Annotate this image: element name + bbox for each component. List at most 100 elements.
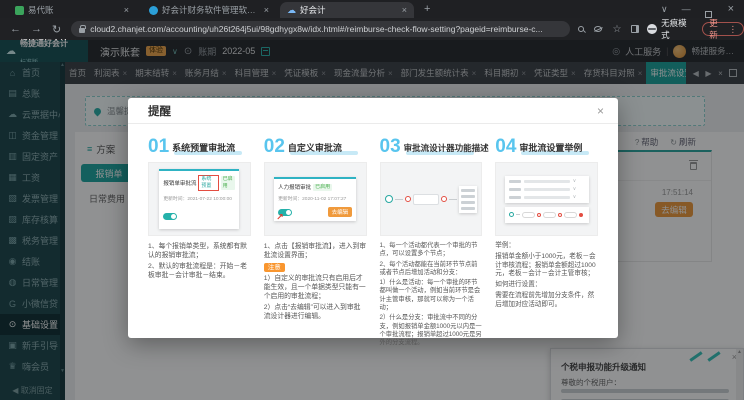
side-panel-icon[interactable] bbox=[631, 25, 639, 33]
chevron-down-icon: ∨ bbox=[573, 195, 577, 200]
menu-item-placeholder bbox=[461, 201, 475, 204]
step-title: 审批流设置举例 bbox=[519, 141, 582, 156]
add-node-marker bbox=[405, 196, 411, 202]
mini-flow-card: 报销单审批流 系统预置 已启用 更新时间：2021-07-22 10:00:00 bbox=[159, 169, 239, 229]
flow-end-marker bbox=[579, 213, 583, 217]
enable-toggle bbox=[163, 213, 177, 220]
preset-tag: 系统预置 bbox=[198, 175, 218, 191]
new-tab-button[interactable]: + bbox=[424, 0, 430, 18]
flow-start-node bbox=[509, 212, 514, 217]
mini-update-time: 更新时间：2021-07-22 10:00:00 bbox=[163, 195, 235, 202]
address-bar[interactable]: cloud2.chanjet.com/accounting/uh26t264j5… bbox=[71, 21, 570, 37]
flow-line bbox=[395, 199, 403, 200]
menu-item-placeholder bbox=[461, 189, 475, 192]
red-arrow-icon: ↗ bbox=[276, 212, 284, 223]
step-number: 02 bbox=[264, 137, 285, 156]
tab1-close-icon[interactable]: × bbox=[124, 5, 129, 15]
incognito-icon bbox=[647, 24, 657, 34]
step-number: 03 bbox=[380, 137, 401, 156]
step-text: 2）点击“去编辑”可以进入到审批流设计器进行编辑。 bbox=[264, 303, 367, 321]
chevron-down-icon: ∨ bbox=[573, 187, 577, 192]
browser-tab-1[interactable]: 易代账 × bbox=[8, 2, 136, 18]
tab3-close-icon[interactable]: × bbox=[402, 5, 407, 15]
tab1-favicon bbox=[15, 6, 24, 15]
browser-window: 易代账 × 好会计财务软件管理软件购买价格页 × ☁ 好会计 × + ∨ — ×… bbox=[0, 0, 744, 400]
chevron-down-icon: ∨ bbox=[573, 179, 577, 184]
step-text: 2）什么是分支：审批流中不同的分支，例如报销单金额1000元以内是一个审批流程；… bbox=[380, 314, 483, 347]
step-4: 04 审批流设置举例 ∨ ∨ ∨ bbox=[495, 134, 598, 350]
step-title: 审批流设计器功能描述 bbox=[404, 142, 489, 156]
step-text: 1、每一个活动都代表一个审批的节点，可以设置多个节点； bbox=[380, 242, 483, 259]
menu-item-placeholder bbox=[461, 207, 475, 210]
incognito-badge: 无痕模式 bbox=[647, 17, 694, 41]
step-illustration: 报销单审批流 系统预置 已启用 更新时间：2021-07-22 10:00:00 bbox=[148, 162, 251, 236]
mini-edit-button: 去编辑 bbox=[328, 207, 353, 217]
flow-activity-node bbox=[564, 212, 577, 218]
flow-line bbox=[449, 199, 457, 200]
step-text: 2、每个活动都能在当前环节节点前或者节点后增加活动和分支： bbox=[380, 261, 483, 278]
step-title: 系统预置审批流 bbox=[172, 141, 235, 156]
menu-item-placeholder bbox=[461, 195, 475, 198]
modal-header: 提醒 × bbox=[128, 98, 618, 124]
mini-update-time: 更新时间：2020-11-02 17:07:27 bbox=[278, 195, 352, 202]
url-text: cloud2.chanjet.com/accounting/uh26t264j5… bbox=[90, 24, 542, 34]
browser-tab-active[interactable]: ☁ 好会计 × bbox=[280, 2, 414, 18]
tab2-title: 好会计财务软件管理软件购买价格页 bbox=[162, 4, 260, 16]
tab3-favicon-cloud-icon: ☁ bbox=[287, 5, 296, 16]
flow-activity-node bbox=[543, 212, 556, 218]
step-text: 1、点击【报销审批流】，进入到审批流设置界面； bbox=[264, 242, 367, 260]
window-minimize-button[interactable]: — bbox=[682, 0, 691, 18]
tips-modal: 提醒 × 01 系统预置审批流 报销单审批流 系统预置 已启用 bbox=[128, 98, 618, 338]
update-button[interactable]: 更新 ⋮ bbox=[702, 22, 744, 36]
step-3: 03 审批流设计器功能描述 bbox=[380, 134, 483, 350]
enabled-tag: 已启用 bbox=[221, 176, 236, 190]
https-lock-icon bbox=[79, 28, 85, 33]
mini-branch-flow bbox=[505, 207, 589, 223]
step-1: 01 系统预置审批流 报销单审批流 系统预置 已启用 更新时间：2021-07-… bbox=[148, 134, 251, 350]
mini-flow-diagram bbox=[385, 186, 477, 213]
browser-toolbar: ← → ↻ cloud2.chanjet.com/accounting/uh26… bbox=[0, 18, 744, 40]
mini-settings-form: ∨ ∨ ∨ bbox=[505, 176, 589, 203]
step-text: 如何进行设置： bbox=[495, 281, 598, 290]
note-tag: 注意 bbox=[264, 263, 285, 272]
step-text: 2、默认的审批流程是：开始－老板审批－会计审批－结束。 bbox=[148, 262, 251, 280]
step-text: 举例： bbox=[495, 242, 598, 251]
flow-start-node bbox=[385, 195, 393, 203]
add-node-marker bbox=[441, 196, 447, 202]
flow-activity-node bbox=[522, 212, 535, 218]
step-illustration bbox=[380, 162, 483, 236]
tab1-title: 易代账 bbox=[28, 4, 120, 16]
tab3-title: 好会计 bbox=[300, 4, 398, 16]
step-number: 04 bbox=[495, 137, 516, 156]
step-2: 02 自定义审批流 人力报销审批 已启用 更新时间：2020-11-02 17:… bbox=[264, 134, 367, 350]
step-text: 1、每个报销单类型，系统都有默认的报销审批流； bbox=[148, 242, 251, 260]
window-close-button[interactable]: × bbox=[728, 0, 734, 18]
tab2-close-icon[interactable]: × bbox=[264, 5, 269, 15]
browser-tab-strip: 易代账 × 好会计财务软件管理软件购买价格页 × ☁ 好会计 × + ∨ — × bbox=[0, 0, 744, 18]
flow-activity-node bbox=[413, 194, 439, 205]
step-illustration: ∨ ∨ ∨ bbox=[495, 162, 598, 236]
bookmark-star-icon[interactable]: ☆ bbox=[612, 24, 621, 35]
tab-search-icon[interactable]: ∨ bbox=[661, 0, 668, 18]
more-menu-icon[interactable]: ⋮ bbox=[729, 24, 738, 35]
update-label: 更新 bbox=[709, 17, 725, 41]
modal-body: 01 系统预置审批流 报销单审批流 系统预置 已启用 更新时间：2021-07-… bbox=[128, 124, 618, 350]
tab2-favicon bbox=[149, 6, 158, 15]
step-text: 1）什么是活动：每一个审批的环节都叫做一个活动，例如当前环节是会计主管审核，那就… bbox=[380, 279, 483, 312]
step-text: 需要在流程前先增加分支条件，然后增加对应活动即可。 bbox=[495, 292, 598, 310]
eye-off-icon[interactable] bbox=[594, 26, 602, 32]
mini-context-menu bbox=[459, 186, 477, 213]
browser-tab-2[interactable]: 好会计财务软件管理软件购买价格页 × bbox=[142, 2, 276, 18]
incognito-label: 无痕模式 bbox=[661, 17, 694, 41]
step-illustration: 人力报销审批 已启用 更新时间：2020-11-02 17:07:27 去编辑 … bbox=[264, 162, 367, 236]
mini-flow-card: 人力报销审批 已启用 更新时间：2020-11-02 17:07:27 去编辑 … bbox=[274, 177, 356, 221]
step-text: 报销单金额小于1000元，老板－会计审核流程；报销单金额超过1000元，老板－会… bbox=[495, 253, 598, 279]
modal-close-icon[interactable]: × bbox=[597, 104, 604, 118]
modal-title: 提醒 bbox=[148, 103, 597, 119]
zoom-icon[interactable] bbox=[578, 26, 584, 32]
step-number: 01 bbox=[148, 137, 169, 156]
step-title: 自定义审批流 bbox=[288, 141, 342, 156]
add-node-marker bbox=[537, 213, 541, 217]
enabled-tag: 已启用 bbox=[313, 184, 332, 191]
mini-flow-name: 人力报销审批 bbox=[278, 183, 311, 191]
